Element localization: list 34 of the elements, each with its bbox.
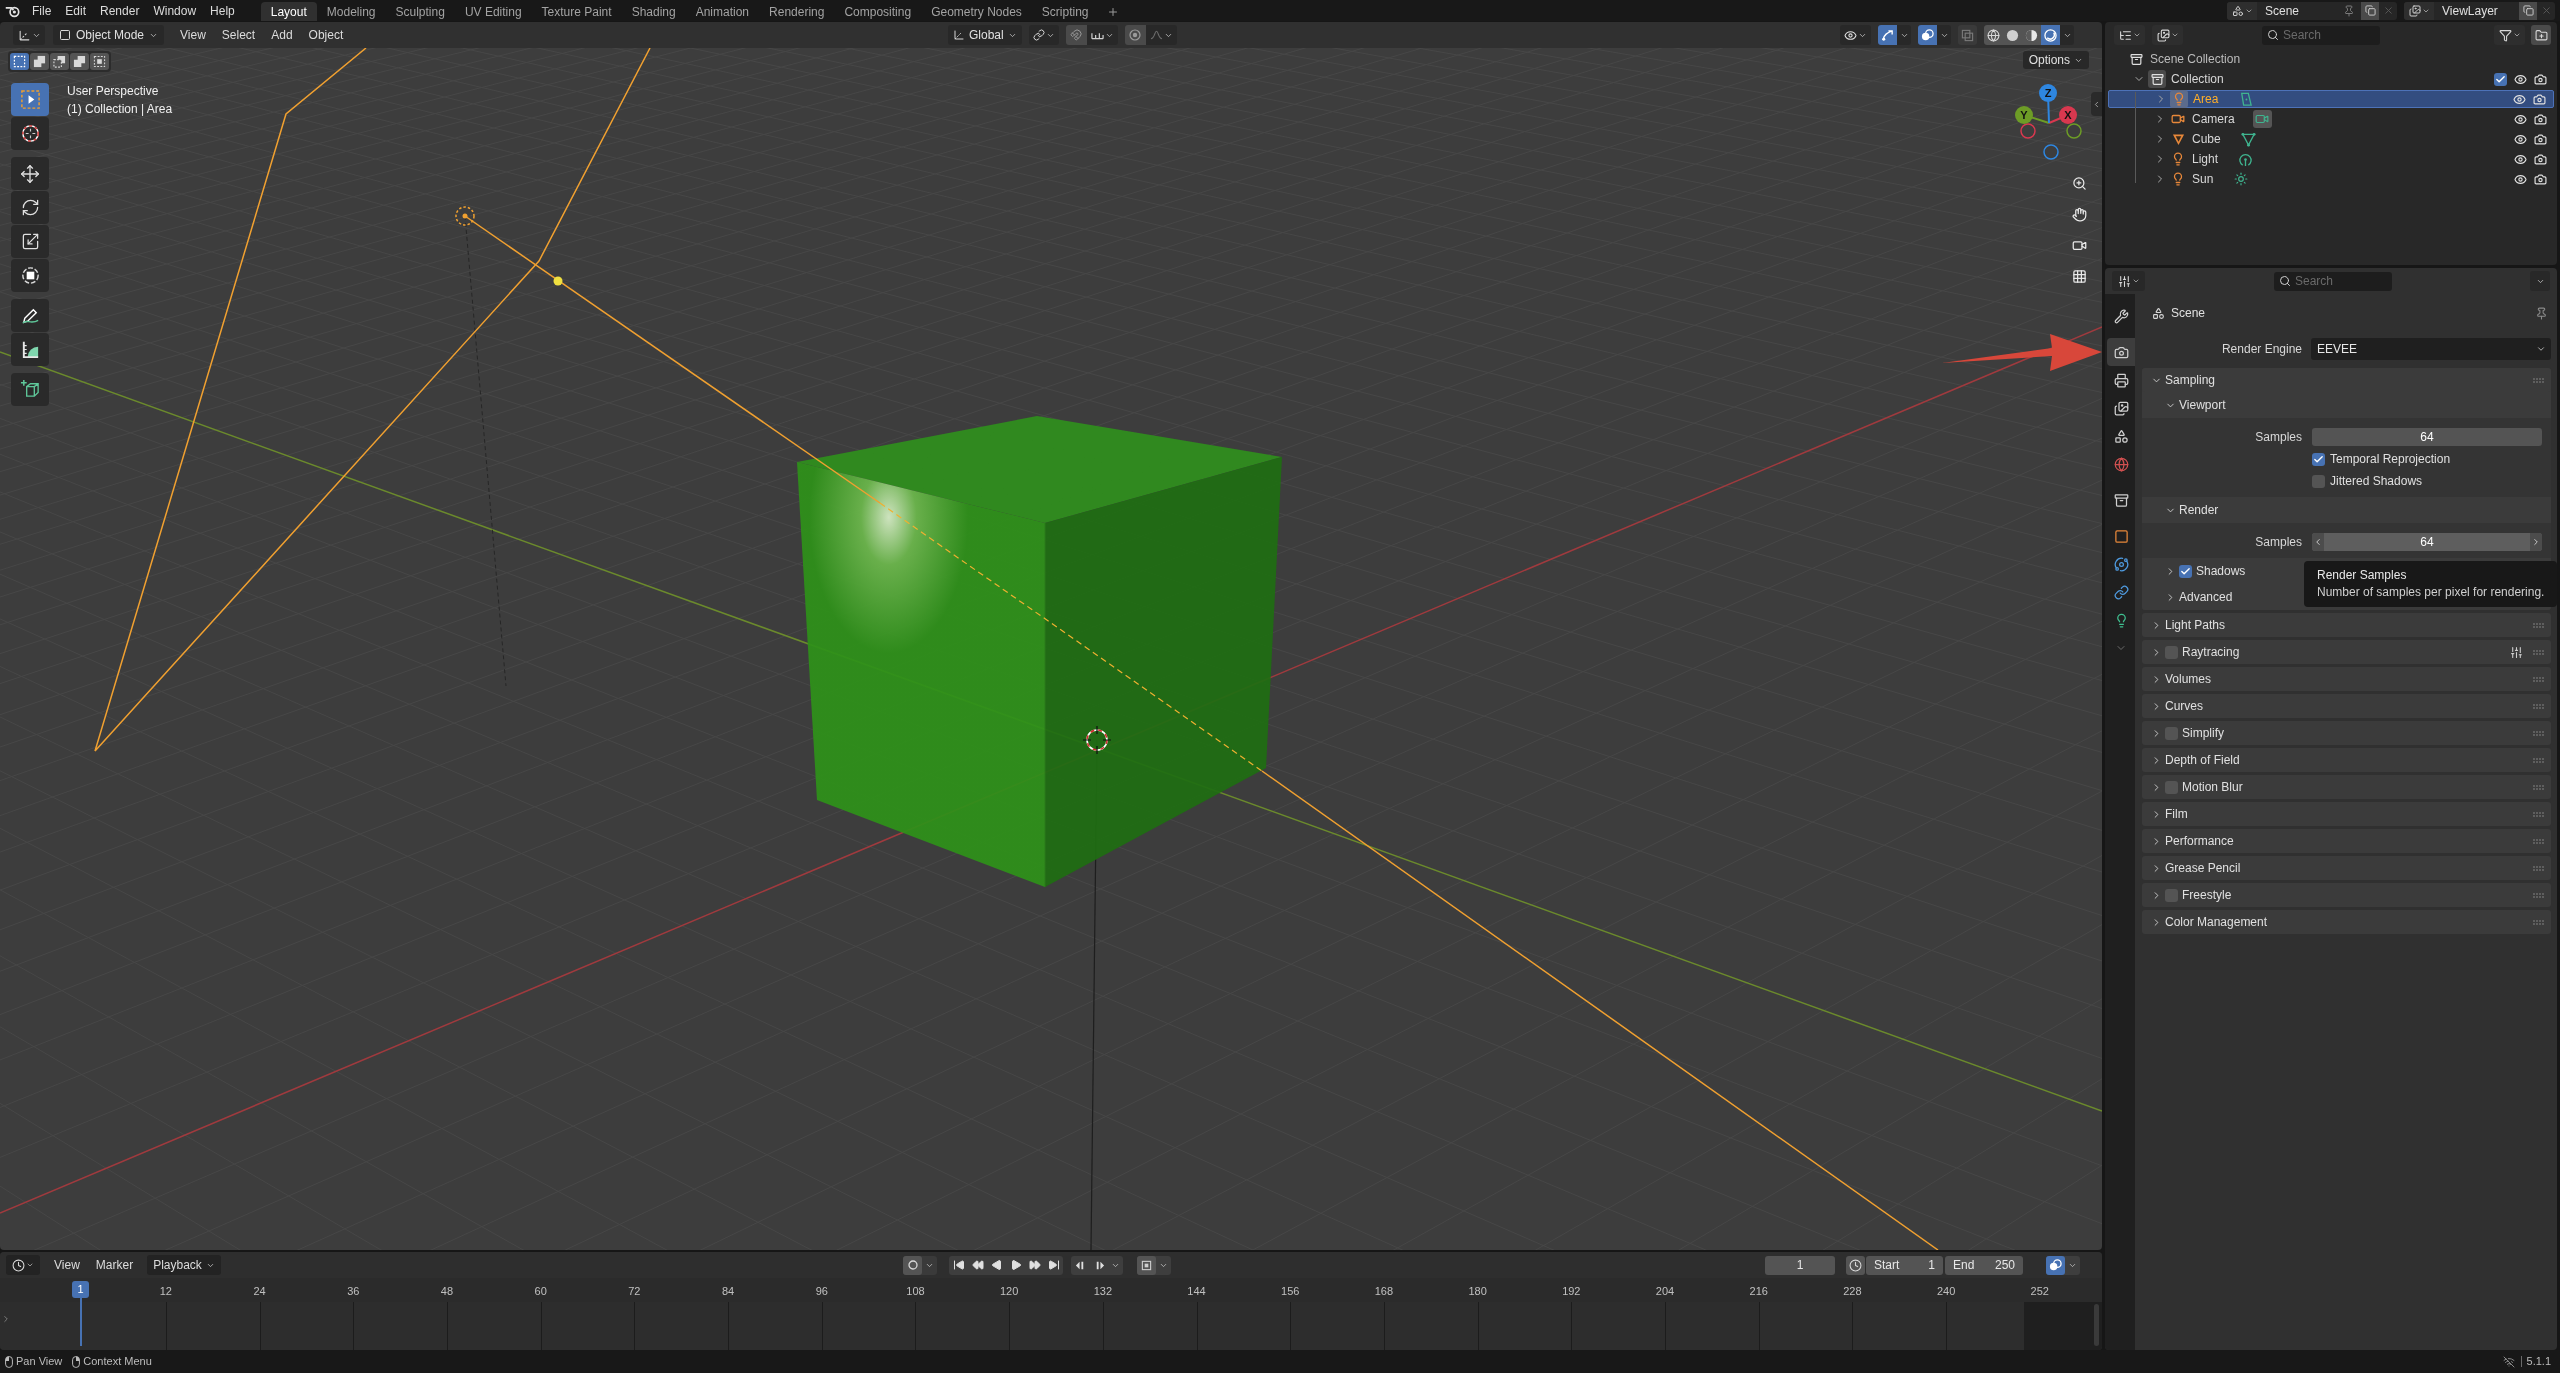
version-text: 5.1.1: [2526, 1354, 2551, 1370]
frame-number: 96: [815, 1284, 828, 1299]
frame-number: 240: [1936, 1284, 1956, 1299]
viewport-info-text: (1) Collection | Area: [67, 101, 173, 118]
checkbox-label: Temporal Reprojection: [2330, 451, 2451, 468]
tooltip-title: Render Samples: [2317, 567, 2408, 584]
frame-number: 48: [440, 1284, 454, 1299]
status-hint: Context Menu: [83, 1354, 152, 1370]
frame-number: 72: [628, 1284, 641, 1299]
frame-number: 36: [347, 1284, 360, 1299]
frame-number: 108: [906, 1284, 925, 1299]
frame-number: 24: [253, 1284, 266, 1299]
frame-number: 144: [1187, 1284, 1206, 1299]
context-label: Scene: [2171, 305, 2206, 322]
status-hint: Pan View: [16, 1354, 63, 1370]
frame-number: 216: [1749, 1284, 1768, 1299]
viewport-info-text: User Perspective: [67, 83, 160, 100]
frame-number: 252: [2030, 1284, 2049, 1299]
frame-number: 84: [721, 1284, 735, 1299]
field-label: Samples: [2254, 534, 2302, 551]
field-label: Render Engine: [2220, 341, 2302, 358]
frame-number: 168: [1374, 1284, 1394, 1299]
frame-number: 228: [1843, 1284, 1862, 1299]
checkbox-label: Jittered Shadows: [2330, 473, 2423, 490]
field-label: Samples: [2254, 429, 2302, 446]
frame-number: 156: [1281, 1284, 1300, 1299]
frame-number: 132: [1093, 1284, 1112, 1299]
frame-number: 180: [1468, 1284, 1487, 1299]
frame-number: 192: [1562, 1284, 1581, 1299]
frame-number: 60: [534, 1284, 547, 1299]
frame-number: 120: [999, 1284, 1019, 1299]
frame-number: 204: [1655, 1284, 1675, 1299]
frame-number: 12: [159, 1284, 172, 1299]
tooltip-description: Number of samples per pixel for rendering.: [2317, 584, 2544, 601]
